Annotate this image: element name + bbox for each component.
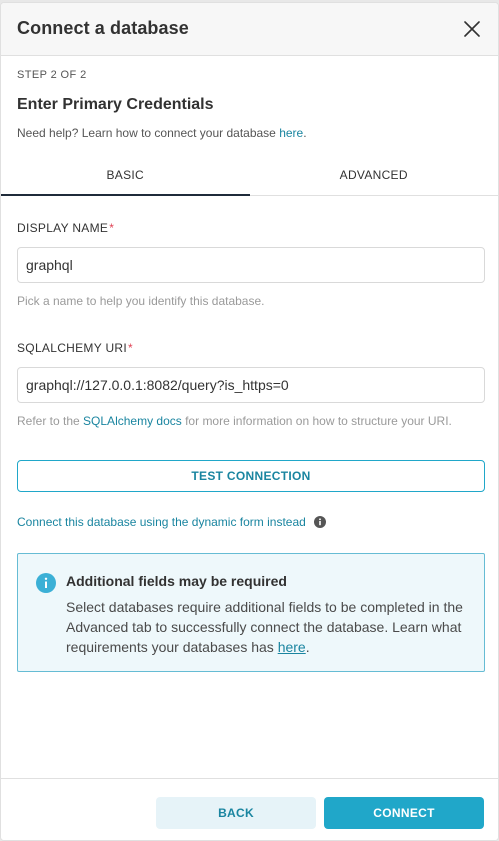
help-link[interactable]: here xyxy=(279,126,303,140)
display-name-value: graphql xyxy=(26,257,73,273)
close-icon xyxy=(464,21,480,37)
alert-suffix: . xyxy=(305,639,310,655)
info-icon xyxy=(36,573,56,593)
step-title: Enter Primary Credentials xyxy=(17,96,214,113)
display-name-label-text: DISPLAY NAME xyxy=(17,221,109,235)
help-suffix: . xyxy=(303,126,307,140)
help-prefix: Need help? Learn how to connect your dat… xyxy=(17,126,280,140)
required-mark: * xyxy=(128,341,133,355)
back-button[interactable]: BACK xyxy=(156,797,316,829)
sqlalchemy-uri-hint: Refer to the SQLAlchemy docs for more in… xyxy=(17,414,452,428)
sqlalchemy-docs-link[interactable]: SQLAlchemy docs xyxy=(83,414,182,428)
info-alert: Additional fields may be required Select… xyxy=(17,553,485,672)
dynamic-form-link[interactable]: Connect this database using the dynamic … xyxy=(17,515,306,529)
display-name-hint: Pick a name to help you identify this da… xyxy=(17,294,265,308)
sqlalchemy-uri-input[interactable]: graphql://127.0.0.1:8082/query?is_https=… xyxy=(17,367,485,403)
alert-body-text: Select databases require additional fiel… xyxy=(66,599,463,655)
help-text: Need help? Learn how to connect your dat… xyxy=(17,126,307,140)
tab-bar: BASIC ADVANCED xyxy=(1,154,498,196)
sqlalchemy-uri-label-text: SQLALCHEMY URI xyxy=(17,341,128,355)
modal-title: Connect a database xyxy=(17,18,189,38)
alert-title: Additional fields may be required xyxy=(66,573,287,589)
step-label: STEP 2 OF 2 xyxy=(17,69,87,81)
tab-basic[interactable]: BASIC xyxy=(1,154,250,196)
display-name-input[interactable]: graphql xyxy=(17,247,485,283)
connect-button[interactable]: CONNECT xyxy=(324,797,484,829)
alert-here-link[interactable]: here xyxy=(278,639,306,655)
info-icon[interactable] xyxy=(313,516,326,528)
tab-advanced[interactable]: ADVANCED xyxy=(250,154,499,195)
modal-header: Connect a database xyxy=(1,3,498,56)
sqlalchemy-uri-label: SQLALCHEMY URI* xyxy=(17,341,133,355)
required-mark: * xyxy=(109,221,115,235)
connect-database-modal: Connect a database STEP 2 OF 2 Enter Pri… xyxy=(0,2,499,841)
uri-hint-prefix: Refer to the xyxy=(17,414,84,428)
display-name-label: DISPLAY NAME* xyxy=(17,221,114,235)
sqlalchemy-uri-value: graphql://127.0.0.1:8082/query?is_https=… xyxy=(26,377,289,393)
test-connection-button[interactable]: TEST CONNECTION xyxy=(17,460,485,492)
modal-footer: BACK CONNECT xyxy=(1,778,498,840)
uri-hint-suffix: for more information on how to structure… xyxy=(181,414,452,428)
alert-body: Select databases require additional fiel… xyxy=(66,597,476,657)
close-button[interactable] xyxy=(462,19,482,39)
dynamic-form-row: Connect this database using the dynamic … xyxy=(17,515,326,529)
